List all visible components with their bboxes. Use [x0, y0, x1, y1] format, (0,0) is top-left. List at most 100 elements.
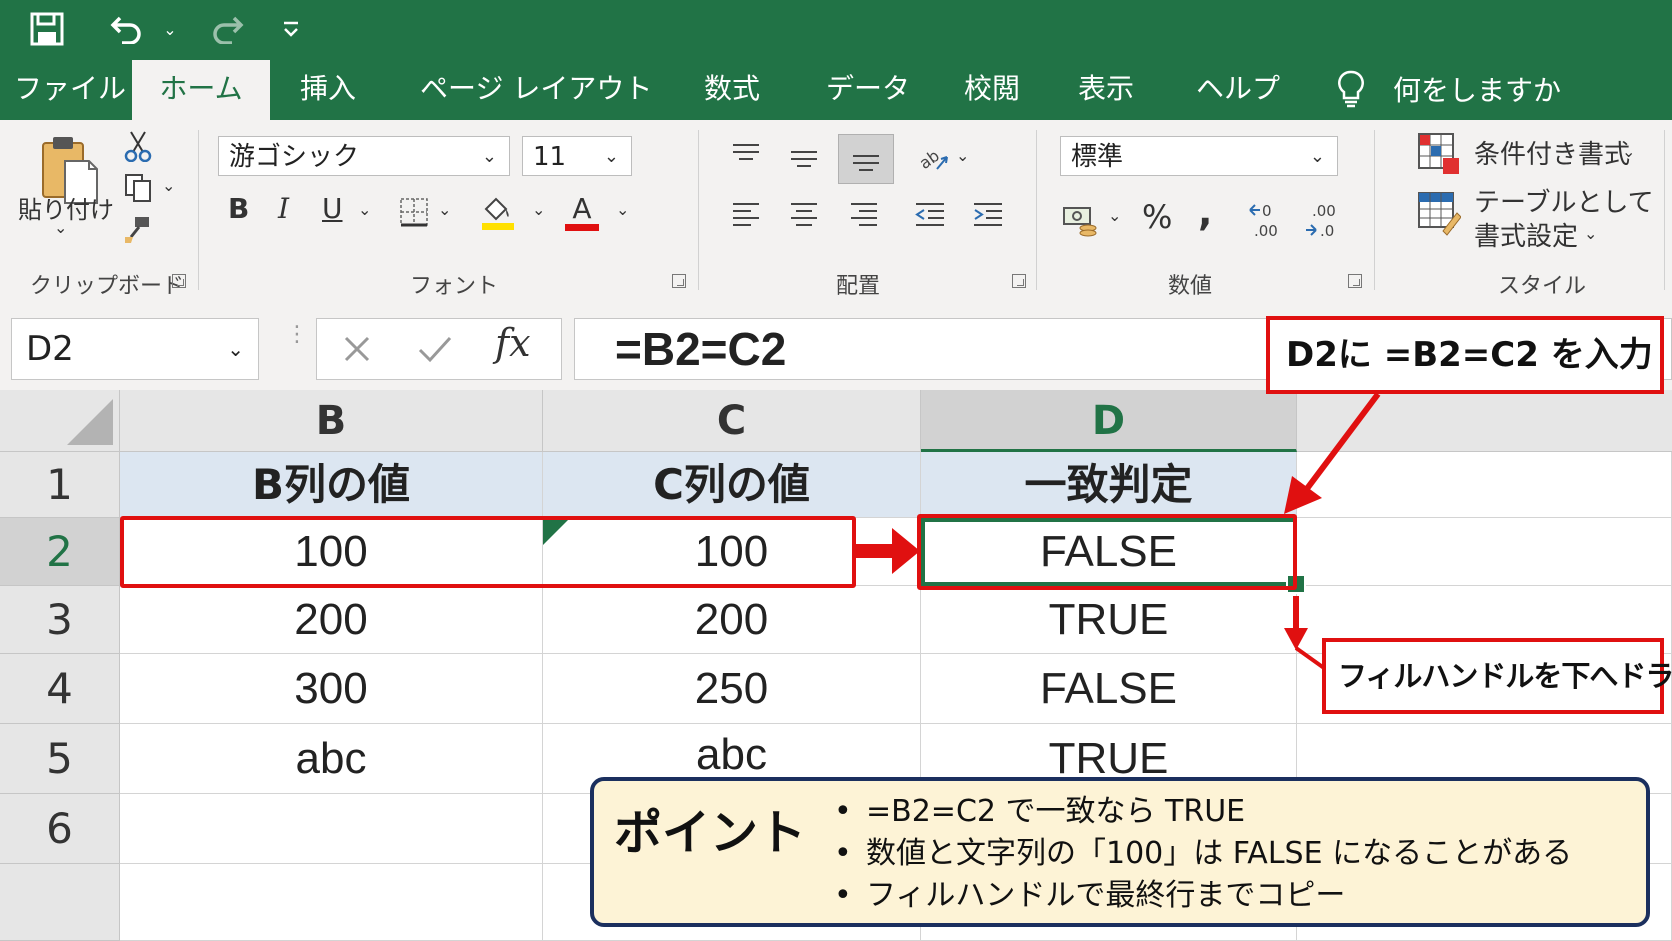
column-header-e[interactable] — [1297, 390, 1672, 452]
format-as-table-dropdown-icon[interactable]: ⌄ — [1584, 224, 1597, 243]
tab-insert[interactable]: 挿入 — [300, 58, 356, 120]
redo-icon[interactable] — [206, 6, 248, 52]
align-left-icon[interactable] — [728, 196, 764, 232]
underline-button[interactable]: U — [322, 192, 343, 225]
tab-file[interactable]: ファイル — [14, 58, 126, 120]
underline-dropdown-icon[interactable]: ⌄ — [358, 200, 371, 219]
comma-style-button[interactable]: , — [1198, 190, 1212, 234]
alignment-launcher-icon[interactable] — [1012, 274, 1026, 288]
increase-decimal-icon[interactable]: 0.00 — [1244, 198, 1288, 242]
group-divider — [698, 130, 699, 290]
paste-dropdown-icon[interactable]: ⌄ — [54, 218, 67, 237]
align-center-icon[interactable] — [786, 196, 822, 232]
tab-page-layout[interactable]: ページ レイアウト — [420, 58, 652, 120]
tab-data[interactable]: データ — [826, 58, 910, 120]
decrease-indent-icon[interactable] — [912, 196, 948, 232]
decrease-decimal-icon[interactable]: .00.0 — [1300, 198, 1344, 242]
cell-b5[interactable]: abc — [120, 724, 543, 794]
accounting-dropdown-icon[interactable]: ⌄ — [1108, 206, 1121, 225]
cell-e2[interactable] — [1297, 518, 1672, 586]
tab-help[interactable]: ヘルプ — [1196, 58, 1280, 120]
copy-dropdown-icon[interactable]: ⌄ — [162, 176, 175, 195]
percent-style-button[interactable]: % — [1142, 198, 1172, 236]
tab-home[interactable]: ホーム — [132, 60, 270, 120]
font-name-select[interactable]: 游ゴシック ⌄ — [218, 136, 510, 176]
select-all-corner[interactable] — [0, 390, 120, 452]
row-header-5[interactable]: 5 — [0, 724, 120, 794]
align-right-icon[interactable] — [846, 196, 882, 232]
align-top-icon[interactable] — [728, 136, 764, 172]
format-as-table-icon[interactable] — [1416, 190, 1462, 238]
font-launcher-icon[interactable] — [672, 274, 686, 288]
row-header-3[interactable]: 3 — [0, 586, 120, 654]
format-as-table-button[interactable]: テーブルとして — [1474, 182, 1654, 219]
cell-b7[interactable] — [120, 864, 543, 941]
font-size-select[interactable]: 11 ⌄ — [522, 136, 632, 176]
column-header-d[interactable]: D — [921, 390, 1297, 452]
fill-color-dropdown-icon[interactable]: ⌄ — [532, 200, 545, 219]
cell-b6[interactable] — [120, 794, 543, 864]
accounting-format-icon[interactable] — [1060, 202, 1100, 240]
orientation-icon[interactable]: ab — [914, 140, 952, 176]
cell-b1[interactable]: B列の値 — [120, 452, 543, 518]
cut-icon[interactable] — [120, 128, 156, 164]
ribbon-tabs: ファイル ホーム 挿入 ページ レイアウト 数式 データ 校閲 表示 ヘルプ 何… — [0, 58, 1672, 120]
bold-button[interactable]: B — [228, 192, 249, 225]
row-header-6[interactable]: 6 — [0, 794, 120, 864]
orientation-dropdown-icon[interactable]: ⌄ — [956, 146, 969, 165]
number-format-select[interactable]: 標準 ⌄ — [1060, 136, 1338, 176]
name-box[interactable]: D2 ⌄ — [11, 318, 259, 380]
conditional-formatting-button[interactable]: 条件付き書式 — [1474, 134, 1630, 171]
row-header-4[interactable]: 4 — [0, 654, 120, 724]
cell-b3[interactable]: 200 — [120, 586, 543, 654]
row-header-7[interactable] — [0, 864, 120, 941]
title-bar: ⌄ — [0, 0, 1672, 58]
cell-b4[interactable]: 300 — [120, 654, 543, 724]
align-bottom-icon[interactable] — [838, 134, 894, 184]
clipboard-launcher-icon[interactable] — [172, 274, 186, 288]
cell-d1[interactable]: 一致判定 — [921, 452, 1297, 518]
undo-dropdown-icon[interactable]: ⌄ — [156, 6, 184, 52]
italic-button[interactable]: I — [278, 192, 289, 225]
font-color-dropdown-icon[interactable]: ⌄ — [616, 200, 629, 219]
point-item: 数値と文字列の「100」は FALSE になることがある — [834, 833, 1572, 875]
copy-icon[interactable] — [118, 170, 158, 206]
cell-c3[interactable]: 200 — [543, 586, 921, 654]
insert-function-button[interactable]: fx — [495, 321, 531, 365]
cell-c1[interactable]: C列の値 — [543, 452, 921, 518]
callout-input-formula: D2に =B2=C2 を入力 — [1266, 316, 1664, 394]
borders-icon[interactable] — [396, 194, 432, 230]
point-item: フィルハンドルで最終行までコピー — [834, 875, 1572, 917]
column-header-b[interactable]: B — [120, 390, 543, 452]
cell-e1[interactable] — [1297, 452, 1672, 518]
fill-color-icon[interactable] — [478, 192, 518, 232]
group-divider — [1664, 130, 1665, 290]
confirm-entry-icon[interactable] — [413, 329, 457, 369]
column-header-c[interactable]: C — [543, 390, 921, 452]
tab-view[interactable]: 表示 — [1078, 58, 1134, 120]
cell-c4[interactable]: 250 — [543, 654, 921, 724]
tell-me-search[interactable]: 何をしますか — [1335, 58, 1561, 120]
increase-indent-icon[interactable] — [970, 196, 1006, 232]
conditional-formatting-dropdown-icon[interactable]: ⌄ — [1622, 142, 1635, 161]
borders-dropdown-icon[interactable]: ⌄ — [438, 200, 451, 219]
font-color-button[interactable]: A — [562, 190, 602, 234]
cell-d3[interactable]: TRUE — [921, 586, 1297, 654]
cell-d4[interactable]: FALSE — [921, 654, 1297, 724]
row-header-2[interactable]: 2 — [0, 518, 120, 586]
point-item: =B2=C2 で一致なら TRUE — [834, 791, 1572, 833]
conditional-formatting-icon[interactable] — [1416, 132, 1462, 176]
align-middle-icon[interactable] — [786, 140, 822, 176]
svg-text:.0: .0 — [1320, 222, 1334, 240]
number-launcher-icon[interactable] — [1348, 274, 1362, 288]
formula-bar-grip[interactable]: ⋮ — [286, 324, 308, 368]
customize-quick-access-icon[interactable] — [276, 6, 306, 52]
format-painter-icon[interactable] — [118, 212, 158, 248]
tab-formulas[interactable]: 数式 — [704, 58, 760, 120]
row-header-1[interactable]: 1 — [0, 452, 120, 518]
tab-review[interactable]: 校閲 — [964, 58, 1020, 120]
format-as-table-button-line2[interactable]: 書式設定 — [1474, 216, 1578, 253]
save-icon[interactable] — [24, 6, 70, 52]
undo-icon[interactable] — [106, 6, 148, 52]
cancel-entry-icon[interactable] — [337, 329, 377, 369]
